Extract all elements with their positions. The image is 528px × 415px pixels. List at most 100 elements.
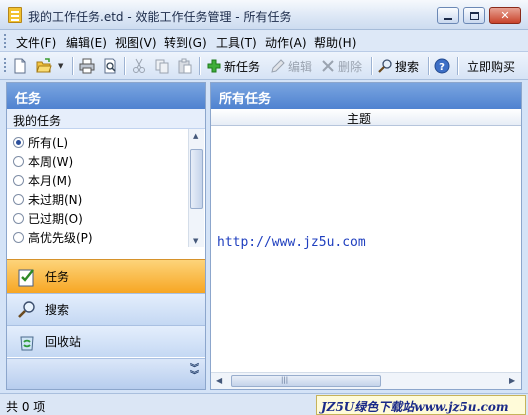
menu-goto[interactable]: 转到(G) [164,34,207,51]
search-icon [378,59,392,73]
menu-grip-icon [4,34,6,48]
delete-x-icon [322,60,334,72]
menu-bar: 文件(F) 编辑(E) 视图(V) 转到(G) 工具(T) 动作(A) 帮助(H… [0,30,528,52]
filter-all-label: 所有(L) [28,135,69,150]
new-task-label: 新任务 [224,59,261,74]
print-preview-icon [104,58,116,74]
menu-edit[interactable]: 编辑(E) [66,34,107,51]
maximize-button[interactable] [463,7,485,24]
buy-now-label: 立即购买 [467,59,516,74]
minimize-icon [444,17,452,20]
copy-button[interactable] [154,56,170,76]
task-list-header: 所有任务 [211,83,521,109]
menu-view[interactable]: 视图(V) [115,34,157,51]
paste-button[interactable] [177,56,193,76]
filter-all[interactable]: 所有(L) [13,133,68,151]
menu-file[interactable]: 文件(F) [16,34,56,51]
radio-icon [13,174,24,186]
filter-high-priority-label: 高优先级(P) [28,230,93,245]
cut-button[interactable] [131,56,147,76]
toolbar-grip-icon [4,58,6,72]
nav-tab-tasks-label: 任务 [45,270,70,284]
task-list-pane: 所有任务 主题 http://www.jz5u.com ◀ ||| ▶ [210,82,522,390]
nav-pane-header: 任务 [7,83,205,109]
radio-selected-icon [13,136,24,148]
filter-this-month-label: 本月(M) [28,173,72,188]
hscrollbar-thumb[interactable] [231,375,381,387]
status-bar: 共 0 项 JZ5U绿色下载站www.jz5u.com [0,393,528,415]
watermark-banner: JZ5U绿色下载站www.jz5u.com [316,395,526,415]
filter-overdue[interactable]: 已过期(O) [13,209,83,227]
nav-tab-search-label: 搜索 [45,303,70,317]
plus-icon [207,59,221,73]
nav-tab-recycle-bin-label: 回收站 [45,335,82,349]
watermark-url: http://www.jz5u.com [217,235,366,250]
task-list-hscrollbar[interactable]: ◀ ||| ▶ [211,372,521,389]
my-tasks-title: 我的任务 [7,109,205,129]
nav-tab-recycle-bin[interactable]: 回收站 [7,325,205,357]
filter-this-week[interactable]: 本周(W) [13,152,73,170]
edit-label: 编辑 [288,59,313,74]
close-icon: ✕ [500,9,510,22]
column-header-row: 主题 [211,109,521,126]
radio-icon [13,193,24,205]
more-buttons-strip[interactable]: ︾ ︾ [7,358,205,389]
menu-tools[interactable]: 工具(T) [216,34,257,51]
radio-icon [13,231,24,243]
window-title: 我的工作任务.etd - 效能工作任务管理 - 所有任务 [28,10,292,24]
nav-tab-tasks[interactable]: 任务 [7,259,205,293]
filter-not-overdue[interactable]: 未过期(N) [13,190,82,208]
delete-button[interactable]: 删除 [320,56,362,76]
edit-button[interactable]: 编辑 [270,56,312,76]
radio-icon [13,212,24,224]
new-file-icon [14,58,26,74]
scroll-up-icon: ▲ [193,132,199,140]
nav-tab-search[interactable]: 搜索 [7,293,205,325]
filters-scrollbar[interactable]: ▲ ▼ [188,129,204,247]
item-count: 共 0 项 [6,400,46,414]
filter-this-month[interactable]: 本月(M) [13,171,72,189]
my-tasks-section: 我的任务 所有(L) 本周(W) 本月(M) 未过期(N) 已过期(O) 高优先… [7,109,205,247]
scroll-right-icon: ▶ [509,376,516,385]
radio-icon [13,155,24,167]
open-file-button[interactable] [36,56,52,76]
paste-icon [178,58,192,74]
help-button[interactable]: ? [434,56,450,76]
open-dropdown-button[interactable]: ▼ [58,56,63,76]
recycle-bin-icon [20,336,34,350]
title-bar: 我的工作任务.etd - 效能工作任务管理 - 所有任务 ✕ [0,0,528,30]
menu-help[interactable]: 帮助(H) [314,34,356,51]
new-task-button[interactable]: 新任务 [206,56,260,76]
double-chevron-down-icon: ︾ ︾ [189,364,199,381]
app-icon [8,7,22,23]
copy-icon [155,59,169,74]
menu-actions[interactable]: 动作(A) [265,34,307,51]
scroll-left-icon: ◀ [216,376,223,385]
scissors-icon [133,58,145,73]
filter-overdue-label: 已过期(O) [28,211,83,226]
printer-icon [79,58,95,74]
print-button[interactable] [79,56,95,76]
scroll-grip-icon: ||| [281,376,289,384]
svg-text:?: ? [439,62,445,73]
search-icon [18,300,35,318]
close-button[interactable]: ✕ [489,7,521,24]
navigation-pane: 任务 我的任务 所有(L) 本周(W) 本月(M) 未过期(N) 已过期(O) … [6,82,206,390]
toolbar: ▼ 新任务 编辑 删除 搜索 ? 立即购买 [0,52,528,80]
help-icon: ? [434,58,450,74]
search-button[interactable]: 搜索 [377,56,419,76]
filter-not-overdue-label: 未过期(N) [28,192,83,207]
maximize-icon [469,11,479,20]
scrollbar-thumb[interactable] [190,149,203,209]
scroll-down-icon: ▼ [193,237,199,245]
pencil-icon [271,59,285,73]
filter-this-week-label: 本周(W) [28,154,74,169]
task-checklist-icon [18,268,34,286]
column-subject[interactable]: 主题 [347,110,371,127]
buy-now-button[interactable]: 立即购买 [465,56,515,76]
print-preview-button[interactable] [102,56,118,76]
new-file-button[interactable] [12,56,28,76]
minimize-button[interactable] [437,7,459,24]
open-folder-icon [36,58,52,73]
filter-high-priority[interactable]: 高优先级(P) [13,228,93,246]
